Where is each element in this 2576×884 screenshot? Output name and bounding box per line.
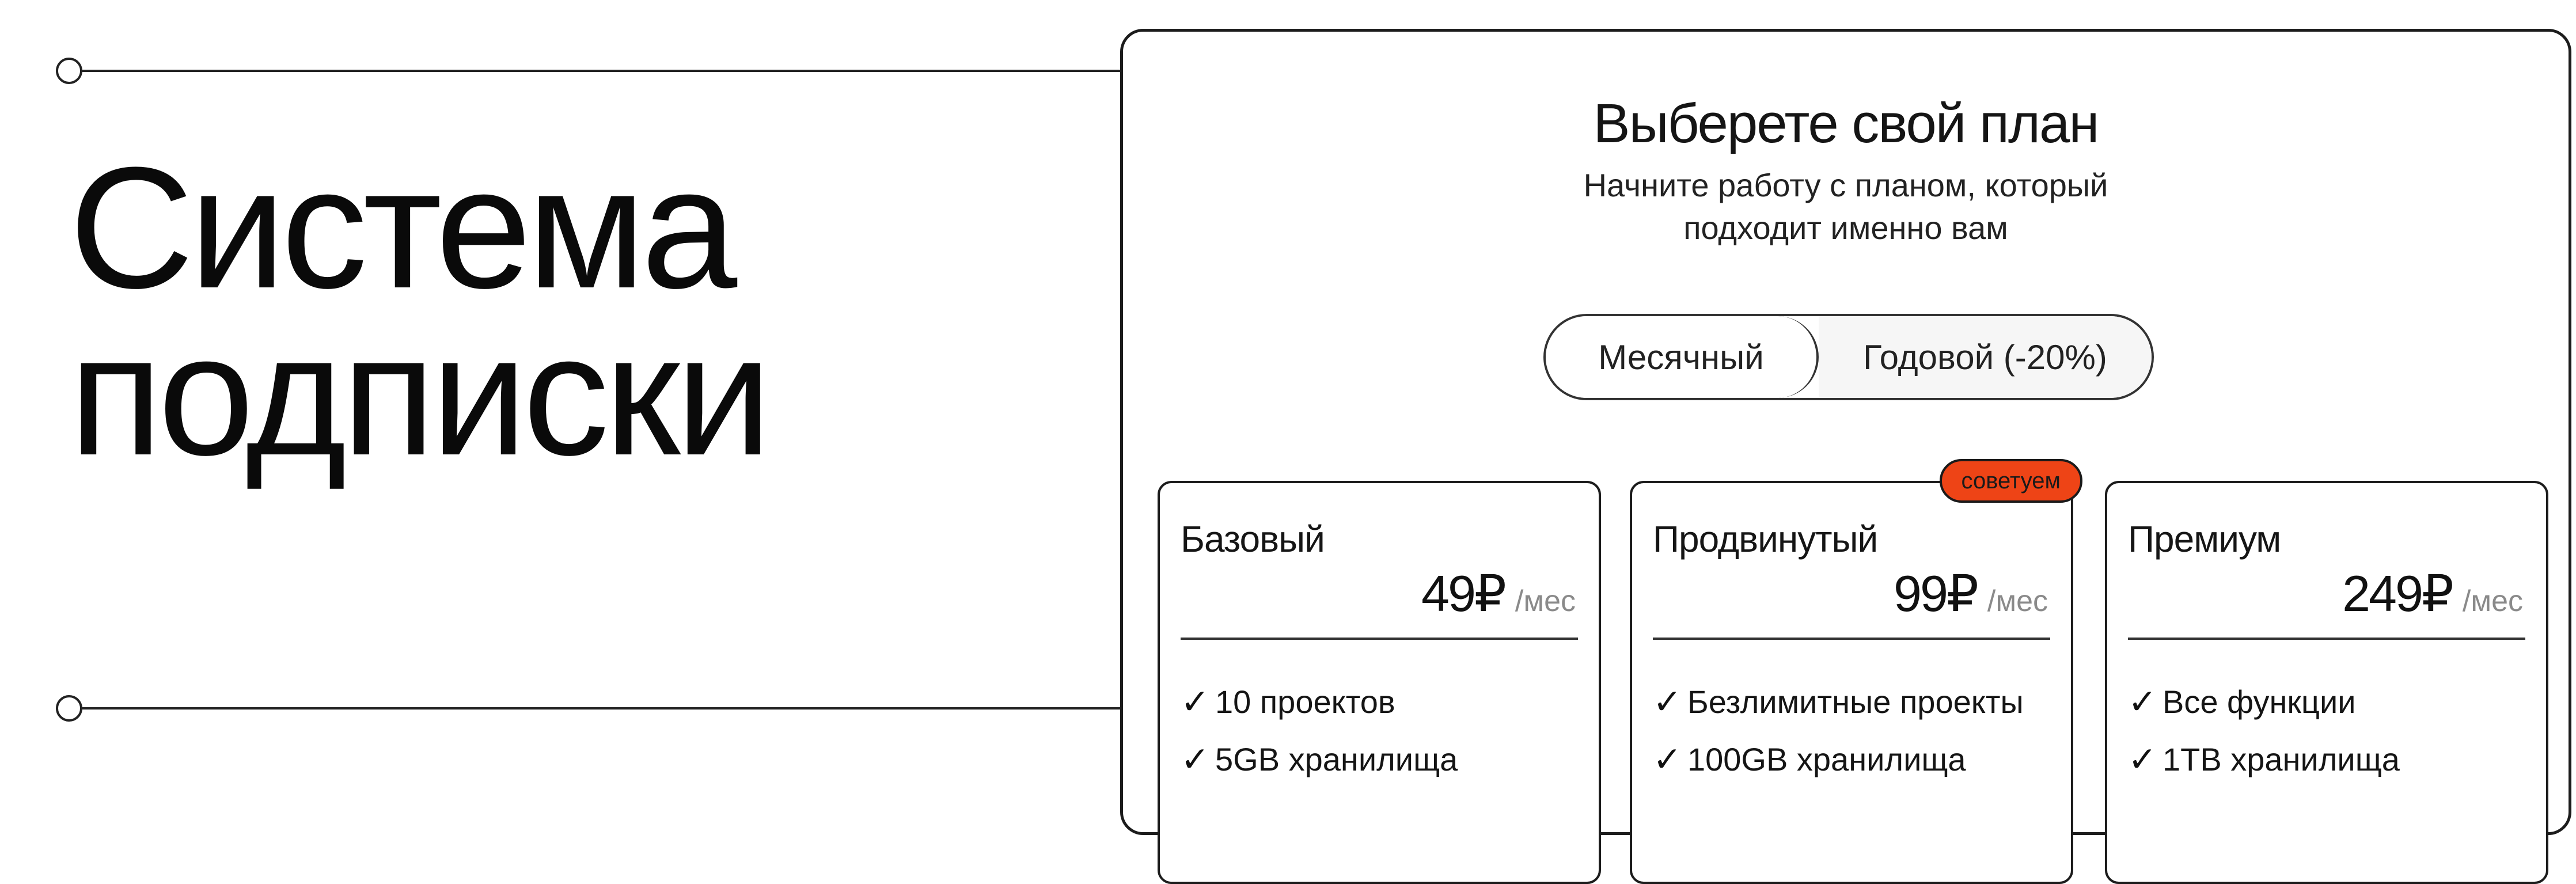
pricing-subtitle: Начните работу с планом, который подходи… <box>1123 164 2569 249</box>
check-icon: ✓ <box>2128 682 2157 721</box>
plan-feature-label: 100GB хранилища <box>1687 741 1966 777</box>
plan-feature: ✓ 10 проектов <box>1181 673 1458 731</box>
pricing-panel: Выберете свой план Начните работу с план… <box>1120 29 2571 884</box>
plan-card-advanced[interactable]: советуем Продвинутый 99₽ /мес ✓ Безлимит… <box>1630 459 2082 884</box>
plan-feature-label: Безлимитные проекты <box>1687 684 2024 720</box>
check-icon: ✓ <box>1181 682 1210 721</box>
plan-price-row: 49₽ /мес <box>1421 564 1576 623</box>
pricing-title: Выберете свой план <box>1593 93 2100 154</box>
plan-feature: ✓ Безлимитные проекты <box>1653 673 2024 731</box>
check-icon: ✓ <box>1181 740 1210 779</box>
plan-features-list: ✓ Безлимитные проекты ✓ 100GB хранилища <box>1653 673 2024 788</box>
plan-divider <box>1653 638 2050 640</box>
plan-price: 249₽ <box>2342 565 2454 622</box>
connector-top-line <box>82 70 1120 72</box>
plan-price: 99₽ <box>1894 565 1979 622</box>
check-icon: ✓ <box>1653 682 1682 721</box>
pricing-subtitle-line-1: Начните работу с планом, который <box>1583 167 2108 203</box>
plan-name: Премиум <box>2128 518 2281 560</box>
plan-period: /мес <box>2462 585 2523 618</box>
plan-feature: ✓ Все функции <box>2128 673 2400 731</box>
connector-top-circle <box>56 58 82 84</box>
plan-price-row: 249₽ /мес <box>2342 564 2523 623</box>
plan-period: /мес <box>1515 585 1576 618</box>
recommended-badge: советуем <box>1939 459 2082 503</box>
billing-yearly-option[interactable]: Годовой (-20%) <box>1819 316 2152 398</box>
page-title-line-2: подписки <box>69 298 772 491</box>
plan-divider <box>1181 638 1578 640</box>
plan-card-basic[interactable]: Базовый 49₽ /мес ✓ 10 проектов ✓ 5GB хра… <box>1158 481 1601 884</box>
billing-period-toggle: Месячный Годовой (-20%) <box>1543 314 2154 400</box>
plan-price-row: 99₽ /мес <box>1894 564 2048 623</box>
plan-divider <box>2128 638 2525 640</box>
plan-name: Базовый <box>1181 518 1325 560</box>
plan-feature-label: 1TB хранилища <box>2163 741 2400 777</box>
plan-card-premium[interactable]: Премиум 249₽ /мес ✓ Все функции ✓ 1TB хр… <box>2105 481 2548 884</box>
check-icon: ✓ <box>2128 740 2157 779</box>
billing-monthly-option[interactable]: Месячный <box>1546 316 1819 398</box>
plan-feature: ✓ 100GB хранилища <box>1653 731 2024 788</box>
plan-name: Продвинутый <box>1653 518 1878 560</box>
plan-period: /мес <box>1987 585 2048 618</box>
connector-bottom-circle <box>56 695 82 722</box>
plan-feature: ✓ 1TB хранилища <box>2128 731 2400 788</box>
plan-feature-label: Все функции <box>2163 684 2356 720</box>
plan-price: 49₽ <box>1421 565 1507 622</box>
page-title: Система подписки <box>69 131 772 491</box>
plan-features-list: ✓ Все функции ✓ 1TB хранилища <box>2128 673 2400 788</box>
check-icon: ✓ <box>1653 740 1682 779</box>
plan-features-list: ✓ 10 проектов ✓ 5GB хранилища <box>1181 673 1458 788</box>
plan-feature-label: 10 проектов <box>1215 684 1395 720</box>
pricing-subtitle-line-2: подходит именно вам <box>1683 210 2008 246</box>
connector-bottom-line <box>82 707 1120 710</box>
plan-feature: ✓ 5GB хранилища <box>1181 731 1458 788</box>
page-title-line-1: Система <box>69 131 737 324</box>
plan-feature-label: 5GB хранилища <box>1215 741 1458 777</box>
